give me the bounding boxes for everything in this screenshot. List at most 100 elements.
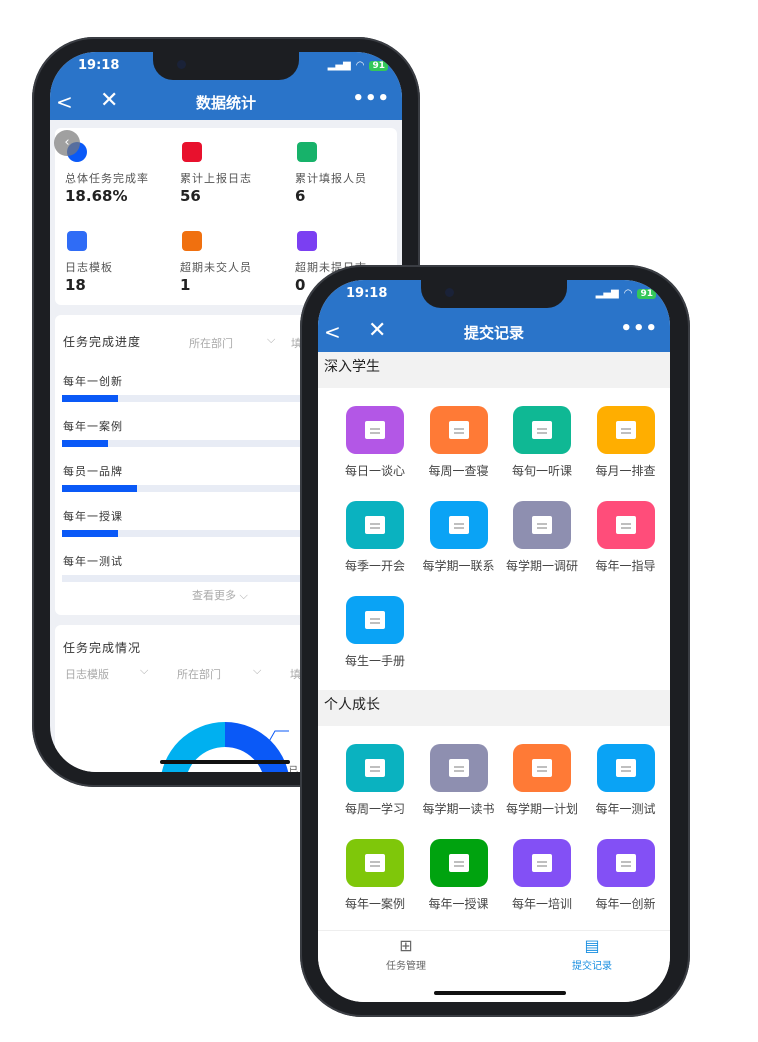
calendar-glyph [448,421,469,439]
grid-item-label: 每月一排查 [595,464,656,478]
stat-label: 总体任务完成率 [65,172,149,185]
notch [153,52,299,80]
calendar-glyph [532,759,552,777]
calendar-icon: ▤ [584,936,600,955]
progress-item-label: 每年一创新 [63,375,123,388]
grid-item-label: 每年一创新 [595,897,656,911]
section-grid: 每周一学习 每学期一读书 每学期一计划 每年一测试每年一案例 每年一授课 每年一培训 每年一… [318,726,670,933]
template-filter[interactable]: 日志模版 [65,666,109,682]
grid-item[interactable]: 每年一指导 [584,501,668,574]
view-more-link[interactable]: 查看更多 ⌵ [192,587,248,603]
camera [177,60,186,69]
grid-item-label: 每生一手册 [344,654,405,668]
grid-item[interactable]: 每生一手册 [333,596,417,669]
progress-fill [62,440,108,447]
donut-legend-label: 已 [289,766,299,772]
progress-item-label: 每年一案例 [63,420,123,433]
progress-fill [62,395,118,402]
status-icons: ▂▄▆ ◠ 91 [596,288,656,299]
grid-item-label: 每周一学习 [344,802,405,816]
grid-item[interactable]: 每日一谈心 [333,406,417,479]
progress-fill [62,530,118,537]
grid-item[interactable]: 每周一学习 [333,744,417,817]
calendar-glyph [448,854,469,872]
grid-item[interactable]: 每周一查寝 [417,406,501,479]
status-time: 19:18 [78,58,120,73]
tab-label: 提交记录 [572,961,612,972]
grid-item-label: 每年一案例 [344,897,405,911]
calendar-glyph [615,854,636,872]
grid-item-label: 每学期一读书 [422,802,495,816]
chevron-down-icon[interactable]: ⌵ [140,664,148,678]
stat-value: 56 [180,187,201,205]
department-filter[interactable]: 所在部门 [189,335,233,351]
wifi-icon: ◠ [623,288,633,299]
grid-item-label: 每日一谈心 [344,464,405,478]
status-time: 19:18 [346,286,388,301]
tab-task-management[interactable]: ⊞ 任务管理 [366,937,446,973]
notch [421,280,567,308]
signal-icon: ▂▄▆ [595,288,619,299]
wifi-icon: ◠ [355,60,365,71]
calendar-glyph [615,421,636,439]
calendar-icon [429,501,488,549]
grid-item[interactable]: 每学期一调研 [500,501,584,574]
phone-submit-records: 19:18 ▂▄▆ ◠ 91 < ✕ 提交记录 ••• 深入学生 每日一谈心 每周一查寝… [300,265,690,1017]
float-back-button[interactable]: ‹ [54,130,80,156]
tab-submit-records[interactable]: ▤ 提交记录 [552,936,632,973]
grid-item[interactable]: 每年一测试 [584,744,668,817]
status-icons: ▂▄▆ ◠ 91 [328,60,388,71]
home-indicator[interactable] [160,760,290,764]
grid-item-label: 每学期一联系 [422,559,495,573]
progress-fill [62,485,138,492]
grid-item[interactable]: 每月一排查 [584,406,668,479]
calendar-icon [346,406,404,454]
nav-bar: < ✕ 提交记录 ••• [318,318,670,348]
section-grid: 每日一谈心 每周一查寝 每旬一听课 每月一排查每季一开会 每学期一联系 每学期一调研 每年一… [318,388,670,690]
chevron-down-icon[interactable]: ⌵ [267,333,275,347]
department-filter[interactable]: 所在部门 [177,666,221,682]
calendar-glyph [365,611,385,629]
grid-item[interactable]: 每年一培训 [500,839,584,912]
page-title: 提交记录 [463,324,524,342]
calendar-icon [513,501,571,549]
grid-item[interactable]: 每年一创新 [584,839,668,912]
grid-item[interactable]: 每年一案例 [333,839,417,912]
calendar-icon [513,406,571,454]
calendar-glyph [365,759,385,777]
stat-label: 累计上报日志 [180,172,252,185]
signal-icon: ▂▄▆ [327,60,351,71]
calendar-glyph [365,516,385,534]
grid-item-label: 每年一测试 [595,802,656,816]
calendar-icon [596,406,655,454]
tab-label: 任务管理 [386,961,426,972]
screen: 19:18 ▂▄▆ ◠ 91 < ✕ 提交记录 ••• 深入学生 每日一谈心 每周一查寝… [318,280,670,1002]
nav-bar: < ✕ 数据统计 ••• [50,88,402,118]
calendar-icon [429,744,488,792]
report-icon [182,142,202,162]
grid-item-label: 每旬一听课 [511,464,572,478]
calendar-icon [346,501,404,549]
grid-item-label: 每年一培训 [511,897,572,911]
donut-segment-b [161,722,225,772]
user-warning-icon [182,231,202,251]
calendar-glyph [365,421,385,439]
grid-item[interactable]: 每学期一读书 [417,744,501,817]
progress-title: 任务完成进度 [63,335,142,349]
more-button[interactable]: ••• [620,318,658,339]
calendar-icon [429,839,488,887]
stat-value: 1 [180,276,191,294]
grid-item[interactable]: 每年一授课 [417,839,501,912]
chevron-down-icon[interactable]: ⌵ [253,664,261,678]
progress-item-label: 每员一品牌 [63,465,123,478]
grid-item[interactable]: 每学期一联系 [417,501,501,574]
grid-item[interactable]: 每季一开会 [333,501,417,574]
grid-item[interactable]: 每旬一听课 [500,406,584,479]
home-indicator[interactable] [434,991,566,995]
calendar-icon [513,839,571,887]
calendar-icon [429,406,488,454]
calendar-glyph [615,516,636,534]
grid-item-label: 每季一开会 [344,559,405,573]
more-button[interactable]: ••• [352,88,390,109]
grid-item[interactable]: 每学期一计划 [500,744,584,817]
